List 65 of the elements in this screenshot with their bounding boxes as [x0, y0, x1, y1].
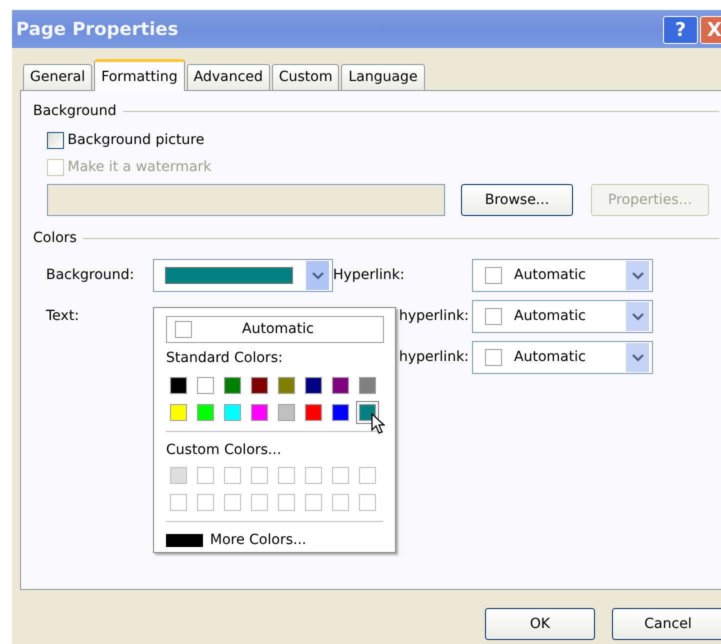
browse-button[interactable]: Browse... — [461, 184, 573, 216]
ok-button[interactable]: OK — [485, 608, 595, 640]
group-title: Colors — [33, 229, 77, 248]
color-swatch[interactable] — [224, 377, 241, 394]
color-swatch[interactable] — [197, 494, 214, 511]
cancel-button[interactable]: Cancel — [612, 608, 721, 640]
section-title: Standard Colors: — [166, 349, 284, 368]
field-label: Hyperlink: — [333, 266, 406, 285]
group-title: Background — [33, 102, 117, 121]
field-label: hyperlink: — [398, 307, 470, 326]
color-dropdown[interactable]: Automatic — [472, 259, 653, 292]
color-swatch[interactable] — [305, 377, 322, 394]
section-title: Custom Colors... — [166, 441, 282, 460]
color-swatch[interactable] — [251, 404, 268, 421]
color-swatch[interactable] — [305, 467, 322, 484]
color-dropdown[interactable] — [152, 259, 333, 292]
color-swatch[interactable] — [359, 494, 376, 511]
color-swatch[interactable] — [251, 377, 268, 394]
color-swatch[interactable] — [170, 404, 187, 421]
caret-icon — [632, 312, 644, 320]
color-swatch[interactable] — [359, 404, 376, 421]
color-swatch[interactable] — [332, 377, 349, 394]
color-swatch[interactable] — [197, 377, 214, 394]
color-swatch[interactable] — [305, 494, 322, 511]
color-swatch[interactable] — [251, 494, 268, 511]
checkbox-label: Background picture — [68, 131, 204, 150]
color-swatch[interactable] — [170, 494, 187, 511]
tab[interactable]: General — [23, 64, 92, 90]
color-swatch[interactable] — [332, 404, 349, 421]
color-swatch[interactable] — [197, 404, 214, 421]
field-label: Text: — [46, 307, 80, 326]
color-dropdown[interactable]: Automatic — [472, 300, 653, 333]
color-swatch[interactable] — [359, 467, 376, 484]
automatic-option[interactable]: Automatic — [166, 316, 384, 343]
color-swatch[interactable] — [170, 377, 187, 394]
field-label: Background: — [46, 266, 136, 285]
color-swatch[interactable] — [332, 494, 349, 511]
color-swatch[interactable] — [359, 377, 376, 394]
color-swatch[interactable] — [332, 467, 349, 484]
help-button[interactable]: ? — [663, 16, 698, 44]
checkbox-label: Make it a watermark — [68, 158, 212, 177]
color-swatch[interactable] — [224, 494, 241, 511]
color-dropdown[interactable]: Automatic — [472, 341, 653, 374]
color-swatch[interactable] — [170, 467, 187, 484]
color-swatch[interactable] — [278, 494, 295, 511]
color-swatch[interactable] — [251, 467, 268, 484]
cursor-icon — [371, 413, 385, 435]
color-swatch[interactable] — [224, 467, 241, 484]
caret-icon — [632, 354, 644, 362]
caret-icon — [632, 272, 644, 280]
tab[interactable]: Formatting — [94, 59, 185, 91]
color-swatch[interactable] — [278, 377, 295, 394]
more-colors-option[interactable]: More Colors... — [210, 530, 306, 551]
color-swatch[interactable] — [278, 404, 295, 421]
field-label: hyperlink: — [398, 348, 470, 367]
window-title: Page Properties — [16, 18, 178, 42]
color-swatch[interactable] — [224, 404, 241, 421]
checkbox[interactable] — [47, 132, 64, 149]
color-swatch[interactable] — [305, 404, 322, 421]
color-swatch[interactable] — [278, 467, 295, 484]
tab[interactable]: Language — [341, 64, 425, 90]
tab[interactable]: Custom — [272, 64, 340, 90]
color-swatch[interactable] — [197, 467, 214, 484]
caret-icon — [312, 272, 324, 280]
tab[interactable]: Advanced — [186, 64, 270, 90]
